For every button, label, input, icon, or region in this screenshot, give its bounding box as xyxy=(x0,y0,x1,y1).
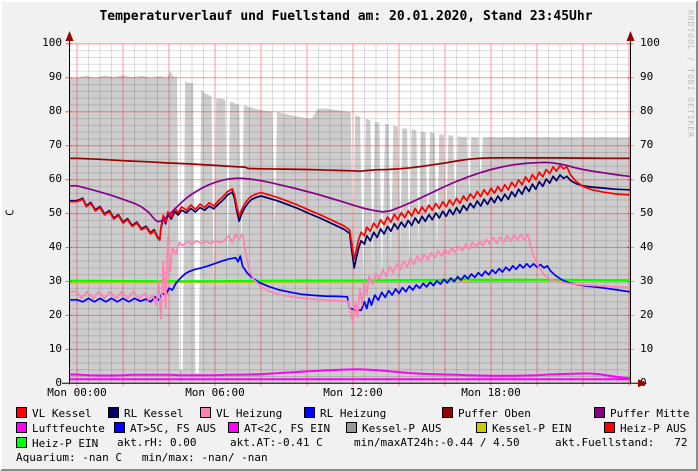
chart-canvas xyxy=(2,2,698,471)
rrd-graph: Temperaturverlauf und Fuellstand am: 20.… xyxy=(0,0,698,471)
